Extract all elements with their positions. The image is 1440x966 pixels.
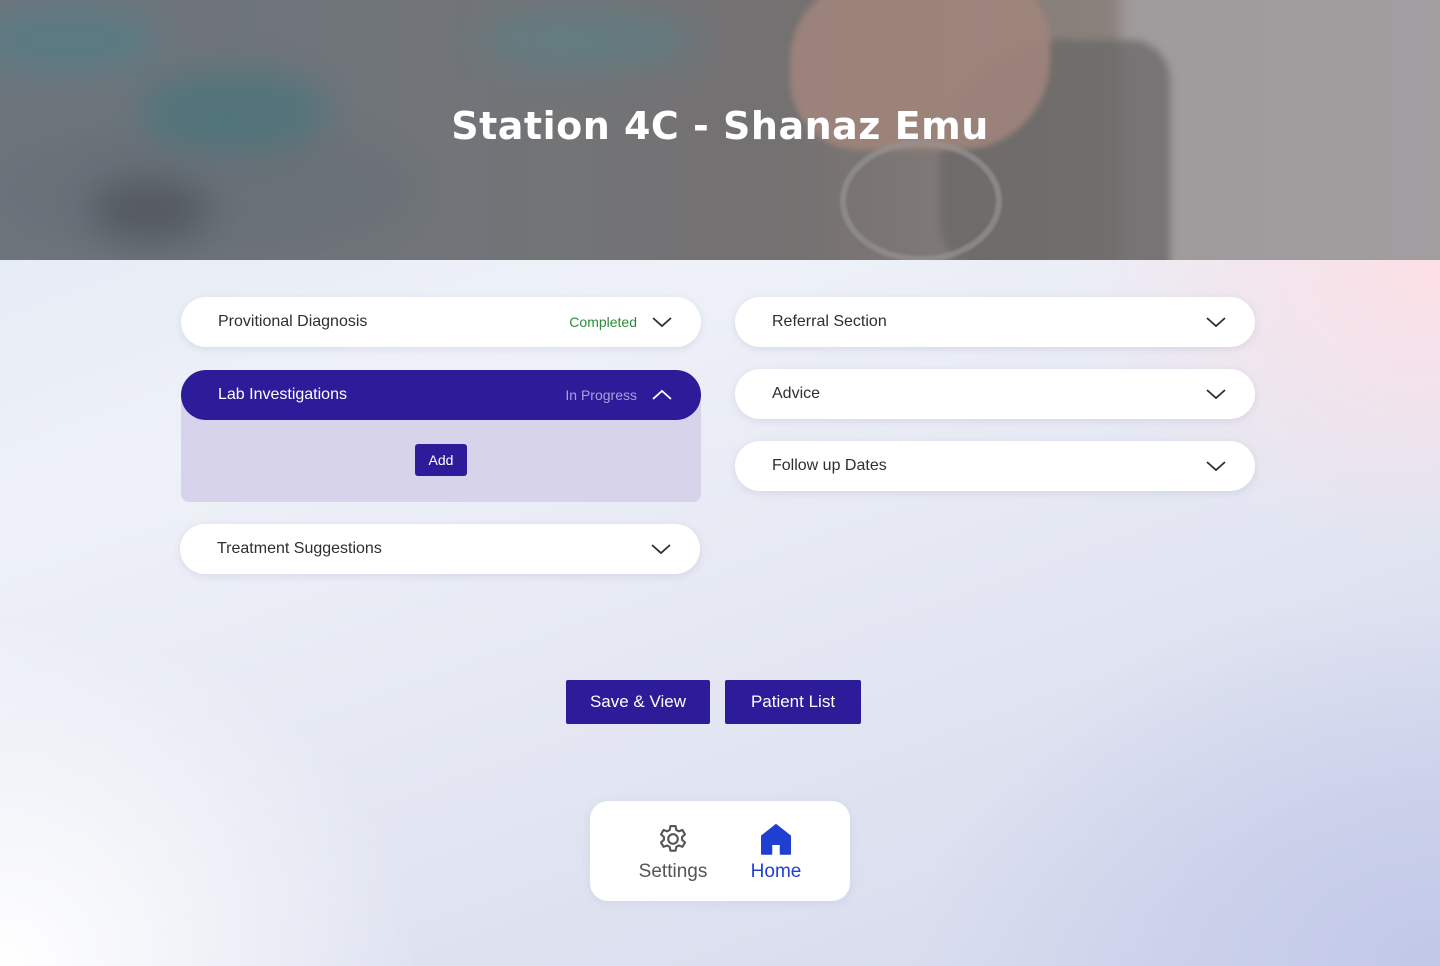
bottom-nav: Settings Home [590,801,850,901]
add-button[interactable]: Add [415,444,467,476]
nav-item-settings[interactable]: Settings [623,821,723,883]
accordion-referral-section: Referral Section [735,297,1255,347]
accordion-provisional-diagnosis: Provitional Diagnosis Completed [181,297,701,347]
hero-banner: Station 4C - Shanaz Emu [0,0,1440,260]
accordion-header-treatment-suggestions[interactable]: Treatment Suggestions [180,524,700,574]
status-badge: Completed [569,314,637,330]
nav-label-home: Home [750,861,802,882]
accordion-title: Advice [772,385,821,402]
nav-item-home[interactable]: Home [726,821,826,883]
home-icon [761,824,791,855]
status-badge: In Progress [565,387,637,403]
chevron-down-icon[interactable] [1205,459,1227,473]
chevron-up-icon[interactable] [651,388,673,402]
chevron-down-icon[interactable] [650,542,672,556]
accordion-header-lab-investigations[interactable]: Lab Investigations In Progress [181,370,701,420]
accordion-title: Treatment Suggestions [217,540,382,557]
accordion-header-provisional-diagnosis[interactable]: Provitional Diagnosis Completed [181,297,701,347]
chevron-down-icon[interactable] [651,315,673,329]
accordion-title: Follow up Dates [772,457,887,474]
accordion-treatment-suggestions: Treatment Suggestions [180,524,700,574]
chevron-down-icon[interactable] [1205,315,1227,329]
nav-label-settings: Settings [638,861,708,882]
accordion-follow-up-dates: Follow up Dates [735,441,1255,491]
chevron-down-icon[interactable] [1205,387,1227,401]
accordion-header-follow-up-dates[interactable]: Follow up Dates [735,441,1255,491]
accordion-title: Referral Section [772,313,887,330]
accordion-advice: Advice [735,369,1255,419]
accordion-header-referral-section[interactable]: Referral Section [735,297,1255,347]
patient-list-button[interactable]: Patient List [725,680,861,724]
accordion-header-advice[interactable]: Advice [735,369,1255,419]
accordion-title: Lab Investigations [218,386,347,403]
save-view-button[interactable]: Save & View [566,680,710,724]
gear-icon [659,825,687,852]
accordion-title: Provitional Diagnosis [218,313,368,330]
page-title: Station 4C - Shanaz Emu [451,104,989,148]
accordion-lab-investigations: Lab Investigations In Progress Add [181,370,701,502]
